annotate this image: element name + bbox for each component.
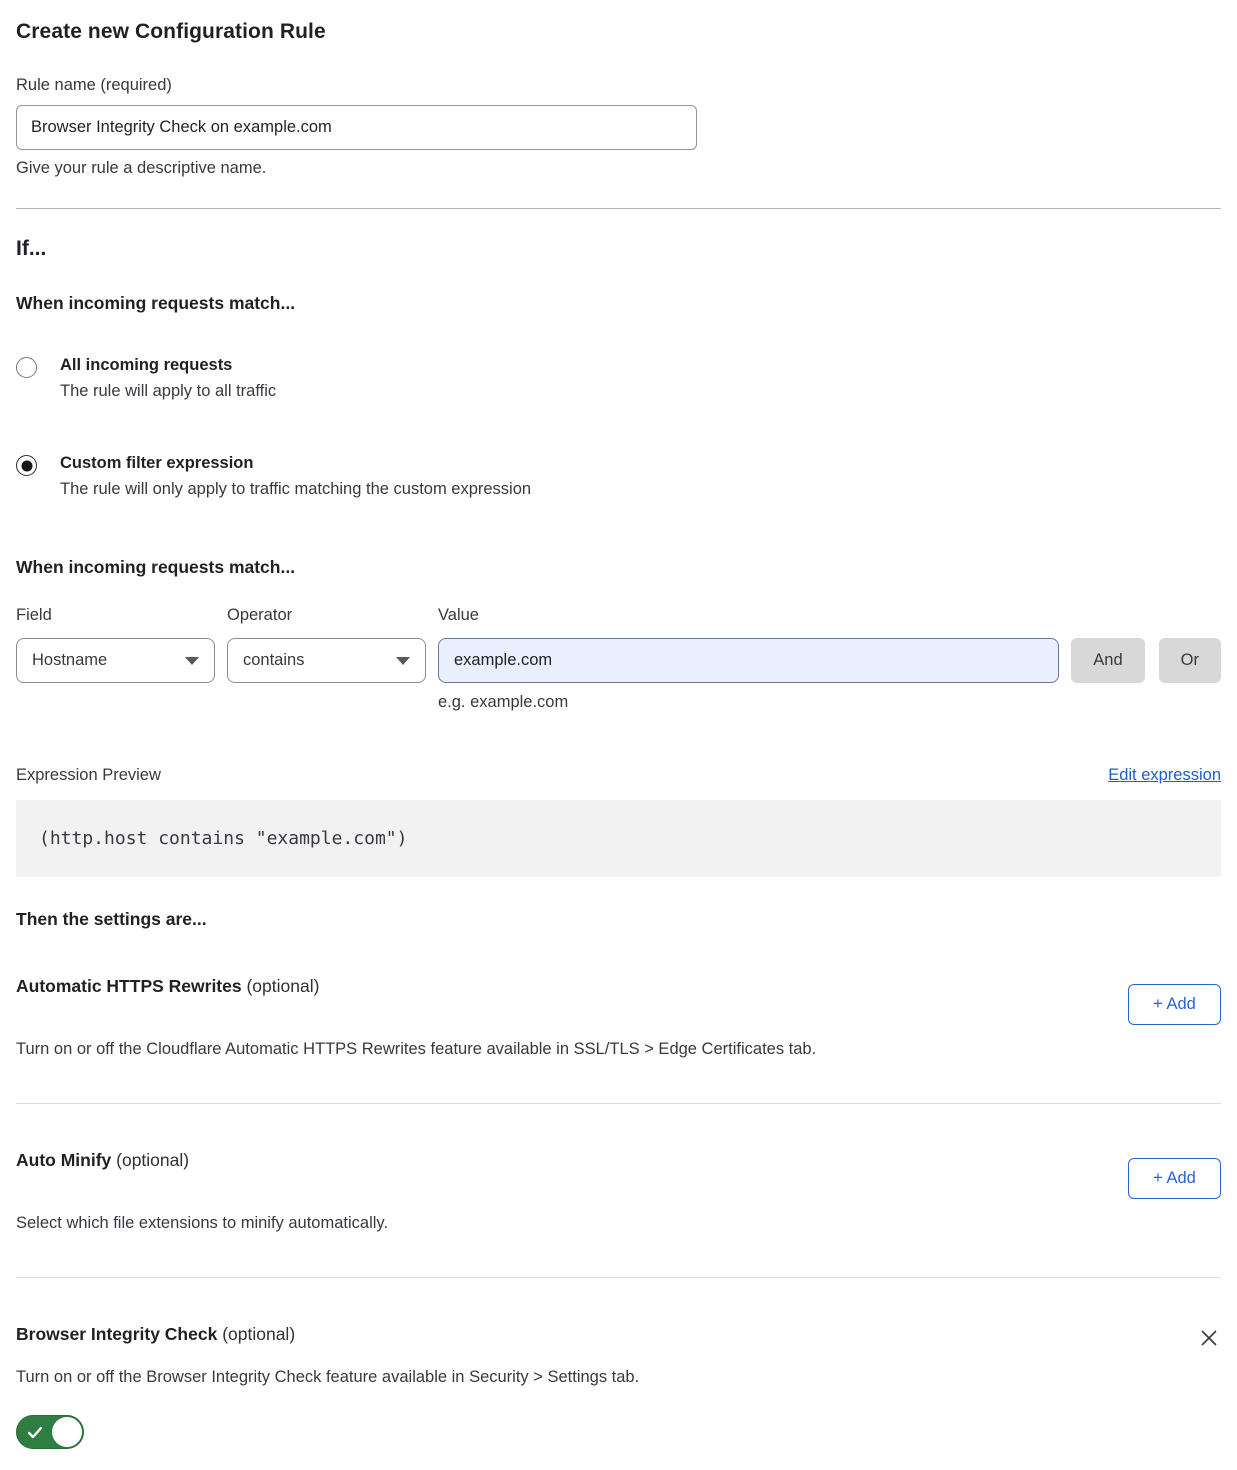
radio-option-description: The rule will only apply to traffic matc… [60, 480, 531, 499]
connector-buttons: And Or [1071, 606, 1221, 712]
radio-option-all-incoming-requests[interactable]: All incoming requests The rule will appl… [16, 356, 1221, 401]
setting-browser-integrity-check: Browser Integrity Check (optional) Turn … [16, 1324, 1221, 1454]
setting-description: Turn on or off the Browser Integrity Che… [16, 1368, 996, 1387]
setting-title-text: Automatic HTTPS Rewrites [16, 976, 242, 996]
field-select-value: Hostname [32, 651, 107, 670]
rule-name-input[interactable] [16, 105, 697, 150]
expression-preview-label: Expression Preview [16, 766, 161, 785]
and-button[interactable]: And [1071, 638, 1144, 683]
rule-name-label: Rule name (required) [16, 76, 1221, 95]
radio-option-description: The rule will apply to all traffic [60, 382, 276, 401]
setting-automatic-https-rewrites: Automatic HTTPS Rewrites (optional) + Ad… [16, 976, 1221, 1059]
setting-header: Automatic HTTPS Rewrites (optional) + Ad… [16, 976, 1221, 1025]
dropdown-arrow-icon [396, 657, 410, 665]
setting-header: Browser Integrity Check (optional) [16, 1324, 1221, 1353]
request-match-radio-group: All incoming requests The rule will appl… [16, 356, 1221, 499]
value-label: Value [438, 606, 1059, 625]
remove-browser-integrity-check-button[interactable] [1197, 1326, 1221, 1353]
setting-title: Automatic HTTPS Rewrites (optional) [16, 976, 319, 997]
setting-description: Turn on or off the Cloudflare Automatic … [16, 1040, 996, 1059]
browser-integrity-check-toggle[interactable] [16, 1415, 84, 1449]
match-heading: When incoming requests match... [16, 293, 1221, 314]
then-heading: Then the settings are... [16, 909, 1221, 930]
radio-selected-icon[interactable] [16, 455, 37, 476]
setting-auto-minify: Auto Minify (optional) + Add Select whic… [16, 1150, 1221, 1233]
setting-description: Select which file extensions to minify a… [16, 1214, 996, 1233]
or-button[interactable]: Or [1159, 638, 1221, 683]
value-helper: e.g. example.com [438, 693, 1059, 712]
operator-column: Operator contains [227, 606, 426, 712]
setting-title-text: Auto Minify [16, 1150, 111, 1170]
setting-optional-text: (optional) [246, 976, 319, 996]
field-column: Field Hostname [16, 606, 215, 712]
add-auto-minify-button[interactable]: + Add [1128, 1158, 1221, 1199]
field-select[interactable]: Hostname [16, 638, 215, 683]
edit-expression-link[interactable]: Edit expression [1108, 766, 1221, 785]
operator-select-value: contains [243, 651, 304, 670]
section-divider [16, 208, 1221, 209]
radio-option-label: Custom filter expression [60, 454, 531, 473]
add-automatic-https-rewrites-button[interactable]: + Add [1128, 984, 1221, 1025]
radio-option-custom-filter-expression[interactable]: Custom filter expression The rule will o… [16, 454, 1221, 499]
section-divider [16, 1103, 1221, 1104]
setting-optional-text: (optional) [116, 1150, 189, 1170]
expression-preview-header: Expression Preview Edit expression [16, 766, 1221, 785]
toggle-knob [52, 1417, 82, 1447]
setting-title: Browser Integrity Check (optional) [16, 1324, 295, 1345]
rule-name-helper: Give your rule a descriptive name. [16, 159, 1221, 178]
setting-header: Auto Minify (optional) + Add [16, 1150, 1221, 1199]
operator-select[interactable]: contains [227, 638, 426, 683]
radio-option-label: All incoming requests [60, 356, 276, 375]
create-configuration-rule-form: Create new Configuration Rule Rule name … [0, 0, 1237, 1470]
radio-unselected-icon[interactable] [16, 357, 37, 378]
radio-option-text: Custom filter expression The rule will o… [60, 454, 531, 499]
check-icon [26, 1424, 44, 1442]
if-heading: If... [16, 237, 1221, 261]
value-input[interactable] [438, 638, 1059, 683]
setting-title: Auto Minify (optional) [16, 1150, 189, 1171]
field-label: Field [16, 606, 215, 625]
dropdown-arrow-icon [185, 657, 199, 665]
setting-title-text: Browser Integrity Check [16, 1324, 217, 1344]
section-divider [16, 1277, 1221, 1278]
setting-optional-text: (optional) [222, 1324, 295, 1344]
filter-expression-builder-row: Field Hostname Operator contains Value e… [16, 606, 1221, 712]
expression-preview-code: (http.host contains "example.com") [16, 800, 1221, 877]
radio-option-text: All incoming requests The rule will appl… [60, 356, 276, 401]
filter-heading: When incoming requests match... [16, 557, 1221, 578]
operator-label: Operator [227, 606, 426, 625]
close-icon [1199, 1328, 1219, 1348]
page-title: Create new Configuration Rule [16, 20, 1221, 44]
value-column: Value e.g. example.com [438, 606, 1059, 712]
